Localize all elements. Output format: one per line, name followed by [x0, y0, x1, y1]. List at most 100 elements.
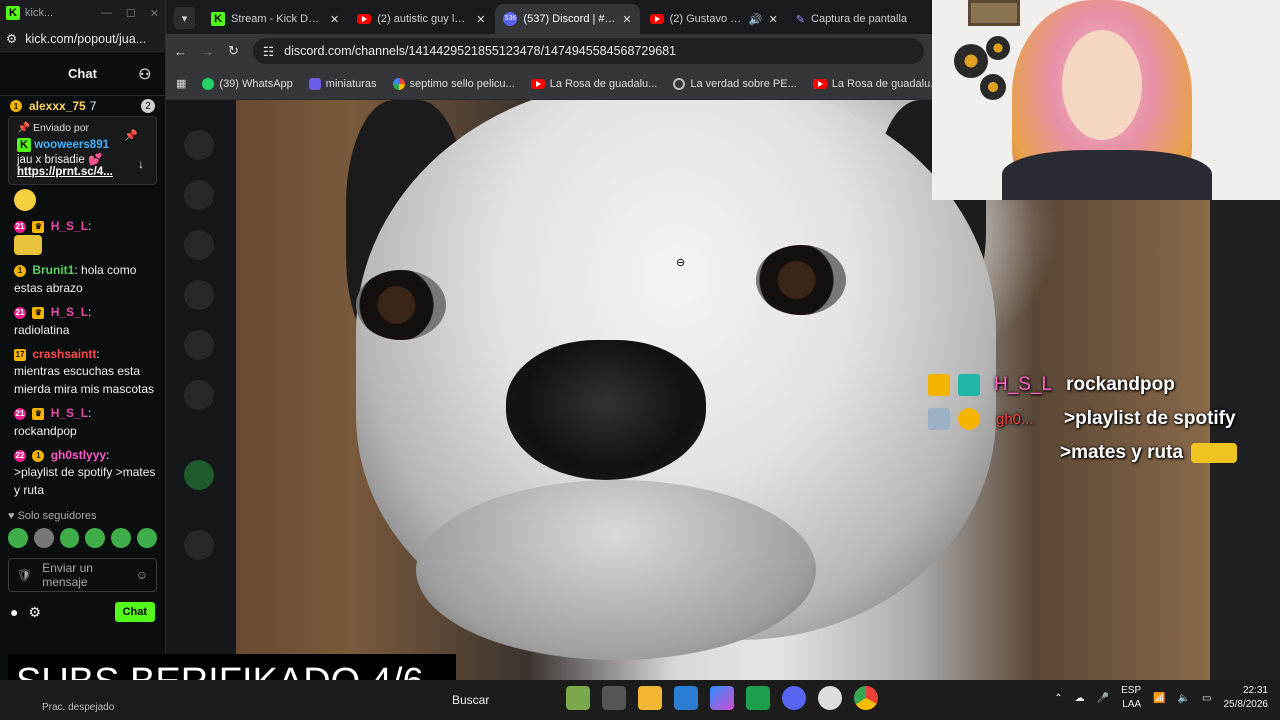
- emoji-icon[interactable]: ☺: [136, 568, 148, 582]
- pen-icon: ✎: [795, 13, 806, 26]
- copilot-icon[interactable]: [710, 686, 734, 710]
- overlay-text: rockandpop: [1066, 374, 1175, 395]
- cloud-icon[interactable]: ☁: [1075, 693, 1085, 704]
- avatar-badge-icon: [928, 408, 950, 430]
- points-icon[interactable]: ●: [10, 604, 18, 620]
- tab-youtube-gustavo[interactable]: (2) Gustavo Cera 🔊 ✕: [642, 4, 786, 34]
- server-icon[interactable]: [184, 230, 214, 260]
- close-tab-icon[interactable]: ✕: [330, 13, 339, 26]
- taskbar-search-label: Buscar: [452, 693, 490, 707]
- bookmark-item[interactable]: La Rosa de guadalu...: [812, 78, 932, 90]
- chat-message: 22 1 gh0stlyyy: >playlist de spotify >ma…: [14, 447, 157, 499]
- volume-icon[interactable]: 🔈: [1178, 693, 1190, 704]
- chat-username[interactable]: H_S_L: [51, 219, 88, 233]
- bookmark-item[interactable]: La verdad sobre PE...: [673, 77, 797, 90]
- reload-icon[interactable]: ↻: [228, 43, 239, 59]
- chevron-up-icon[interactable]: ⌃: [1054, 693, 1062, 704]
- bookmark-item[interactable]: septimo sello pelicu...: [392, 77, 515, 90]
- pinned-top-user[interactable]: alexxx_75: [29, 99, 86, 113]
- server-icon[interactable]: [184, 130, 214, 160]
- chat-username[interactable]: crashsaintt: [32, 347, 96, 361]
- server-icon[interactable]: [184, 330, 214, 360]
- minimize-icon[interactable]: —: [101, 7, 112, 20]
- chat-header-title: Chat: [68, 66, 97, 81]
- task-view-icon[interactable]: [602, 686, 626, 710]
- language-indicator[interactable]: ESP LAA: [1121, 684, 1141, 712]
- overlay-username: gh0...: [996, 410, 1034, 428]
- wifi-icon[interactable]: 📶: [1153, 693, 1165, 704]
- sub-badge: 22: [14, 449, 26, 462]
- tab-screenshot[interactable]: ✎ Captura de pantalla: [788, 4, 932, 34]
- chat-message: 21 ♛ H_S_L: rockandpop: [14, 405, 157, 440]
- tab-title: (2) autistic guy looki: [377, 13, 471, 25]
- battery-icon[interactable]: ▭: [1202, 693, 1211, 704]
- close-icon[interactable]: ✕: [150, 7, 159, 20]
- tab-discord[interactable]: 536 (537) Discord | #¦m ✕: [495, 4, 640, 34]
- webcam-overlay: [932, 0, 1280, 200]
- close-tab-icon[interactable]: ✕: [476, 13, 485, 26]
- sub-badge: 1: [32, 449, 45, 462]
- browser-window: ▾ K Stream - Kick Dashb ✕ (2) autistic g…: [166, 0, 932, 100]
- close-tab-icon[interactable]: ✕: [769, 13, 778, 26]
- pinned-message[interactable]: 📌 Enviado por K wooweers891 jau x brisad…: [8, 116, 157, 185]
- site-settings-icon[interactable]: ⚙: [6, 31, 17, 46]
- forward-icon[interactable]: →: [201, 44, 214, 59]
- server-icon[interactable]: [184, 280, 214, 310]
- emote-icon[interactable]: [85, 528, 106, 549]
- close-tab-icon[interactable]: ✕: [622, 13, 631, 26]
- bookmark-item[interactable]: miniaturas: [308, 77, 377, 90]
- server-icon[interactable]: [184, 530, 214, 560]
- taskbar-apps: [566, 686, 878, 710]
- globe-icon: [673, 77, 686, 90]
- maximize-icon[interactable]: ☐: [126, 7, 136, 20]
- speaker-icon[interactable]: 🔊: [749, 13, 763, 26]
- site-info-icon[interactable]: ☷: [263, 44, 274, 59]
- obs-icon[interactable]: [818, 686, 842, 710]
- server-icon[interactable]: [184, 460, 214, 490]
- expand-down-icon[interactable]: ↓: [138, 157, 144, 171]
- overlay-username: H_S_L: [994, 374, 1053, 395]
- chat-username[interactable]: Brunit1: [32, 263, 74, 277]
- emote-icon[interactable]: [33, 528, 54, 549]
- bookmark-item[interactable]: (39) WhatsApp: [202, 77, 293, 90]
- emote-icon[interactable]: [137, 528, 157, 549]
- clock[interactable]: 22:31 25/8/2026: [1224, 684, 1269, 712]
- file-explorer-icon[interactable]: [638, 686, 662, 710]
- server-icon[interactable]: [184, 380, 214, 410]
- apps-grid-icon[interactable]: ▦: [176, 77, 186, 90]
- kick-logo-icon: K: [211, 12, 226, 26]
- chat-username[interactable]: H_S_L: [51, 305, 88, 319]
- widgets-icon[interactable]: [566, 686, 590, 710]
- emote-icon[interactable]: [111, 528, 132, 549]
- back-icon[interactable]: ←: [174, 44, 187, 59]
- streamer-face: [1062, 30, 1142, 140]
- chat-username[interactable]: gh0stlyyy: [51, 448, 106, 462]
- pin-icon[interactable]: 📌: [124, 129, 138, 142]
- weather-widget[interactable]: Prac. despejado: [42, 702, 114, 713]
- server-icon[interactable]: [184, 180, 214, 210]
- bookmark-item[interactable]: La Rosa de guadalu...: [530, 78, 657, 90]
- kick-badge-icon: K: [17, 138, 31, 152]
- microphone-icon[interactable]: 🎤: [1097, 693, 1109, 704]
- chat-username[interactable]: H_S_L: [51, 406, 88, 420]
- emote-icon[interactable]: [59, 528, 80, 549]
- word-icon[interactable]: [674, 686, 698, 710]
- settings-icon[interactable]: ⚙: [28, 604, 41, 621]
- pinned-user[interactable]: wooweers891: [34, 139, 109, 151]
- chrome-icon[interactable]: [854, 686, 878, 710]
- tab-kick-dashboard[interactable]: K Stream - Kick Dashb ✕: [203, 4, 347, 34]
- discord-taskbar-icon[interactable]: [782, 686, 806, 710]
- emote-icon[interactable]: [8, 528, 28, 549]
- emote-icon: [1191, 443, 1238, 463]
- taskbar-search[interactable]: Buscar: [420, 686, 560, 714]
- chat-input[interactable]: 🛡 Enviar un mensaje ☺: [8, 558, 157, 593]
- sub-badge: 21: [14, 407, 26, 420]
- excel-icon[interactable]: [746, 686, 770, 710]
- send-chat-button[interactable]: Chat: [114, 602, 155, 623]
- users-icon[interactable]: ⚇: [138, 66, 151, 83]
- address-bar[interactable]: ☷ discord.com/channels/14144295218551234…: [252, 38, 924, 64]
- vinyl-decor: [954, 44, 988, 78]
- tab-youtube[interactable]: (2) autistic guy looki ✕: [349, 4, 493, 34]
- tab-search-icon[interactable]: ▾: [174, 7, 196, 29]
- pinned-link[interactable]: https://prnt.sc/4...: [17, 166, 148, 178]
